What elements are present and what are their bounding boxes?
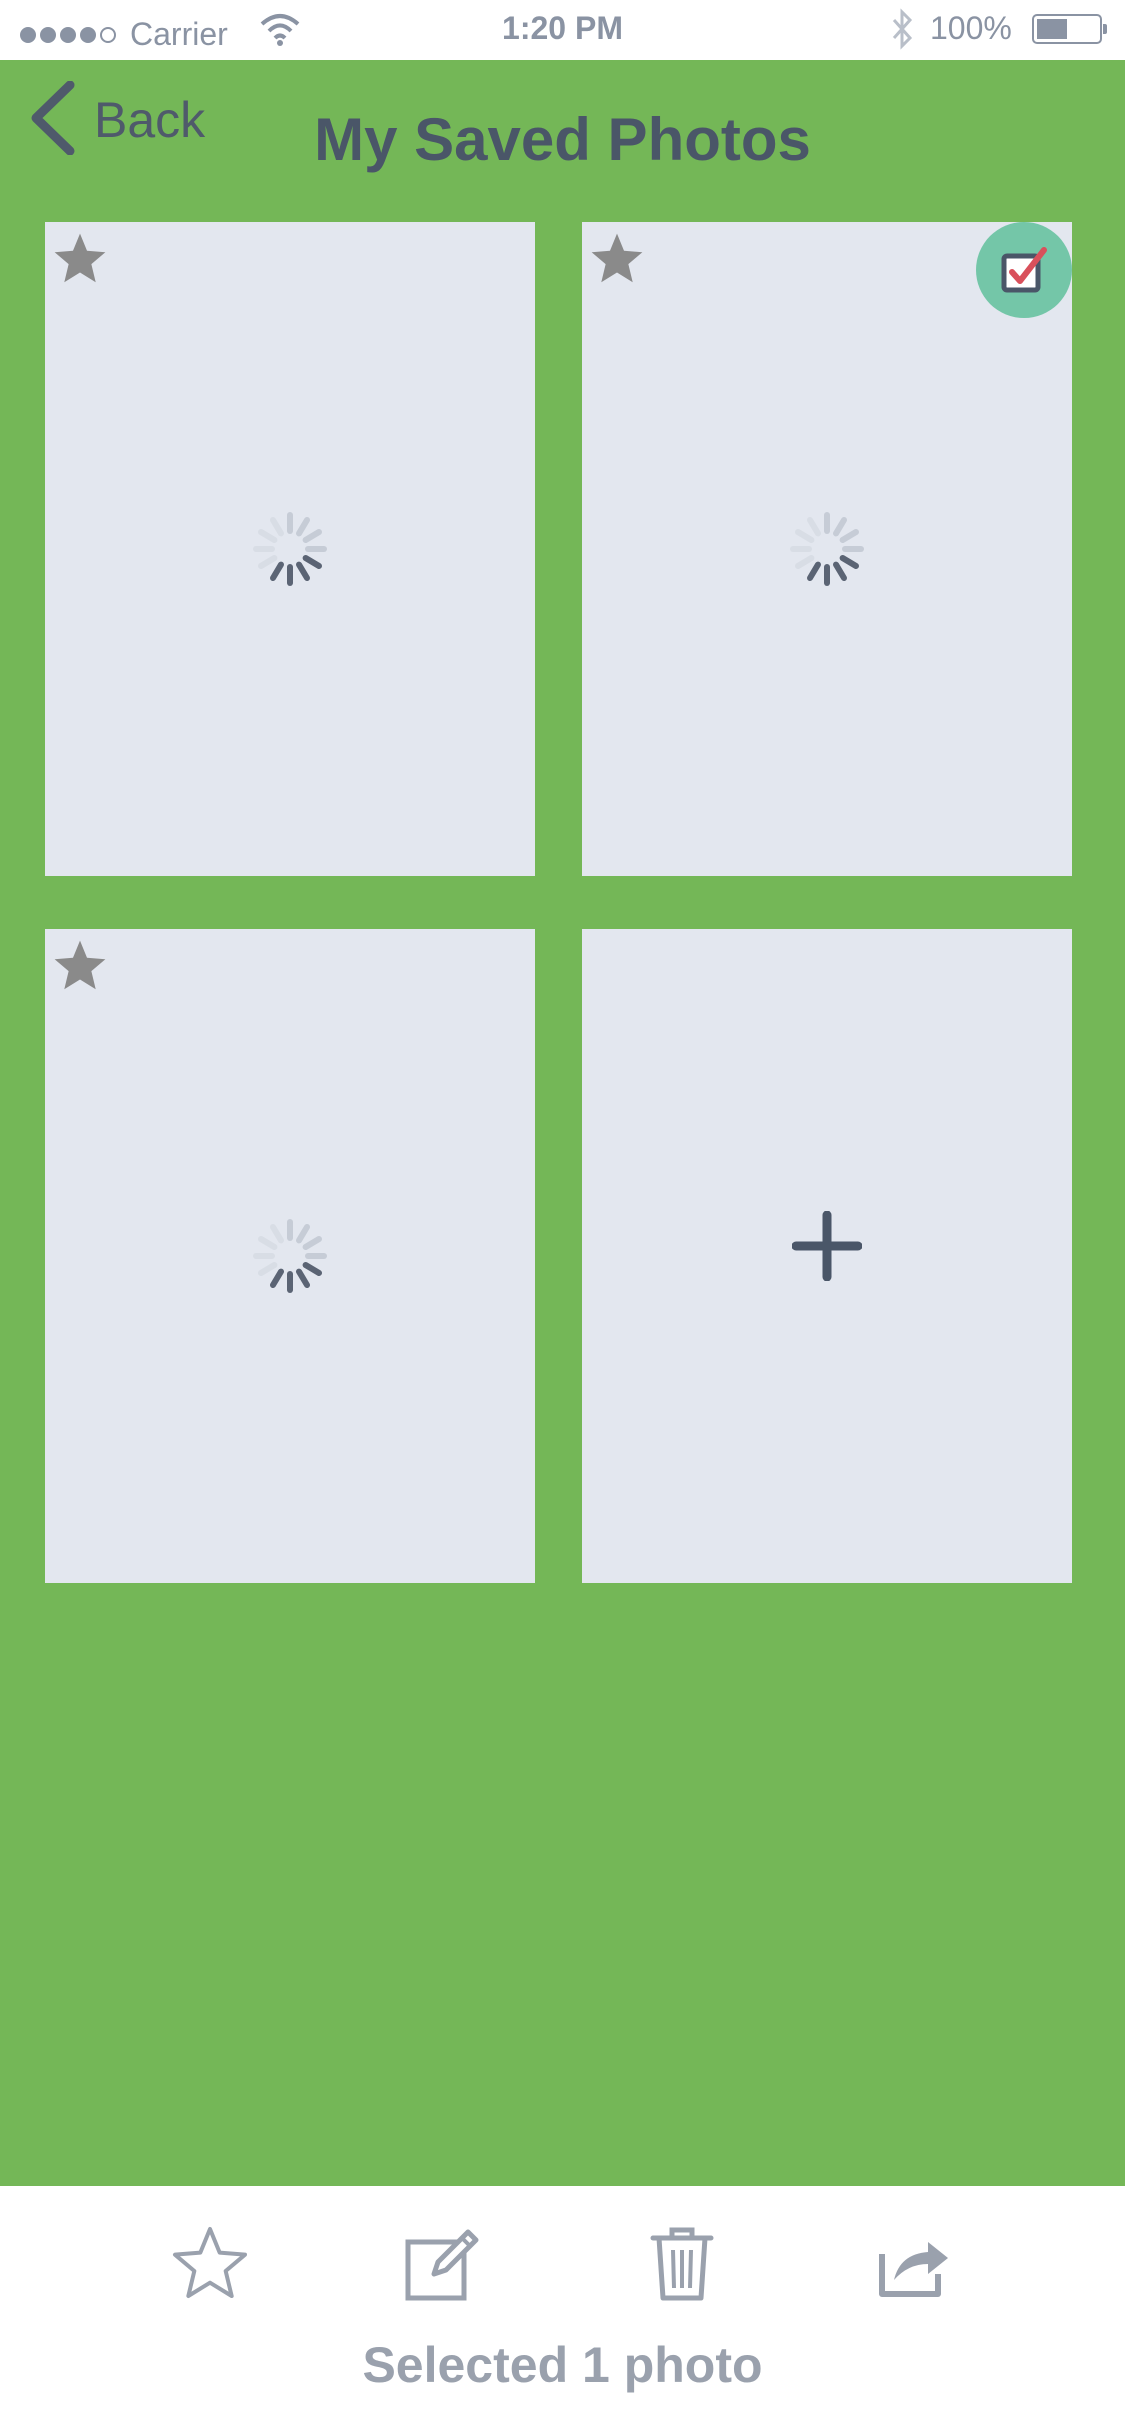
star-outline-icon <box>170 2224 250 2309</box>
trash-icon <box>647 2224 717 2309</box>
loading-spinner-icon <box>250 1216 330 1301</box>
loading-spinner-icon <box>250 509 330 594</box>
battery-icon <box>1032 14 1107 44</box>
plus-icon <box>791 1210 863 1286</box>
share-icon <box>872 2224 952 2309</box>
edit-icon <box>400 2224 480 2309</box>
star-icon[interactable] <box>51 230 109 293</box>
bluetooth-icon <box>890 8 914 58</box>
delete-button[interactable] <box>632 2216 732 2316</box>
photo-tile[interactable] <box>45 929 535 1583</box>
selection-status: Selected 1 photo <box>362 2337 763 2393</box>
photo-tile[interactable] <box>45 222 535 876</box>
star-icon[interactable] <box>51 937 109 1000</box>
share-button[interactable] <box>862 2216 962 2316</box>
photo-gallery: Back My Saved Photos <box>0 60 1125 2186</box>
star-icon[interactable] <box>588 230 646 293</box>
favorite-button[interactable] <box>160 2216 260 2316</box>
edit-button[interactable] <box>390 2216 490 2316</box>
page-title: My Saved Photos <box>314 106 811 173</box>
loading-spinner-icon <box>787 509 867 594</box>
checkbox-checked-icon[interactable] <box>976 222 1072 318</box>
add-photo-button[interactable] <box>582 929 1072 1583</box>
photo-tile-selected[interactable] <box>582 222 1072 876</box>
bottom-toolbar: Selected 1 photo <box>0 2186 1125 2436</box>
status-bar: Carrier 1:20 PM 100% <box>0 0 1125 60</box>
battery-percentage: 100% <box>930 10 1012 46</box>
